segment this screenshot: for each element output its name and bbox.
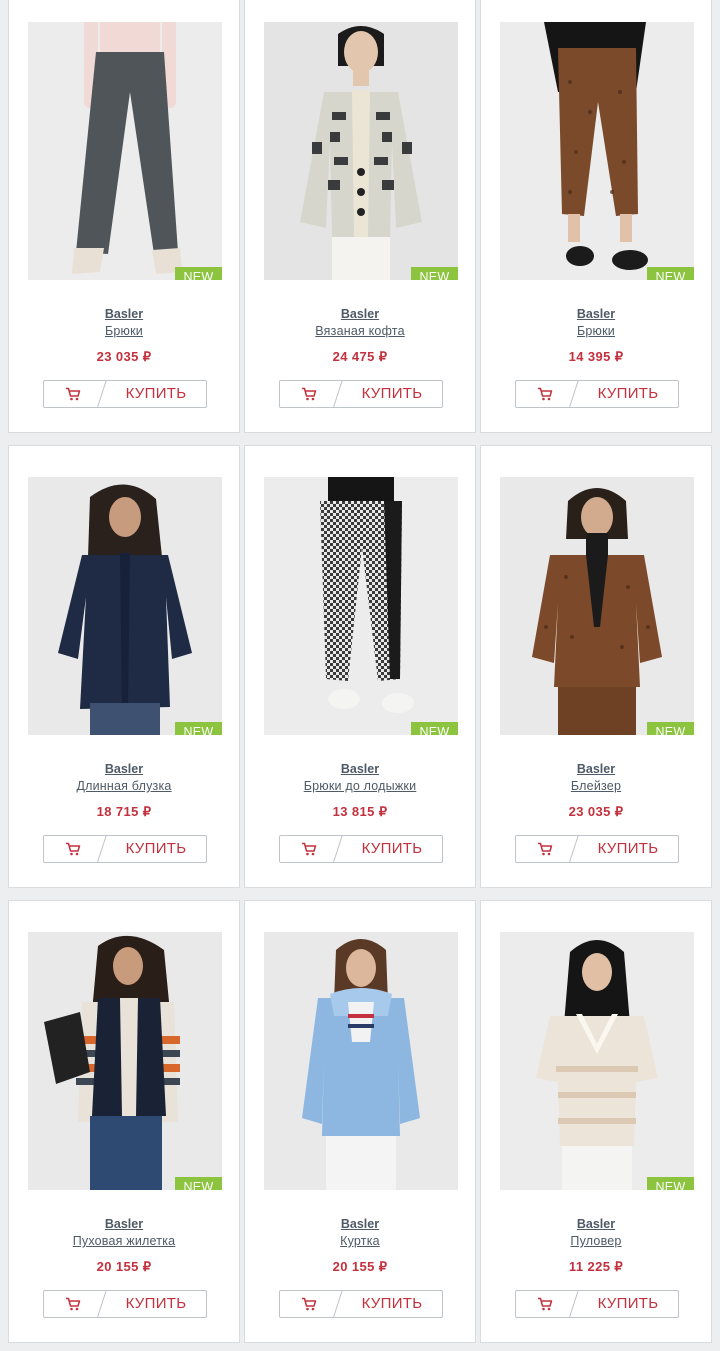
product-price: 11 225 ₽ xyxy=(568,1259,624,1274)
cart-icon xyxy=(516,836,574,862)
new-badge: NEW xyxy=(411,722,458,735)
product-name-link[interactable]: Блейзер xyxy=(481,779,711,793)
buy-button-label: КУПИТЬ xyxy=(361,385,423,402)
product-name-link[interactable]: Длинная блузка xyxy=(9,779,239,793)
product-name-link[interactable]: Пуховая жилетка xyxy=(9,1234,239,1248)
product-name-link[interactable]: Брюки xyxy=(481,324,711,338)
buy-button[interactable]: КУПИТЬ xyxy=(43,835,207,863)
product-name-link[interactable]: Пуловер xyxy=(481,1234,711,1248)
buy-button-label: КУПИТЬ xyxy=(361,840,423,857)
product-price: 14 395 ₽ xyxy=(568,349,624,364)
product-name-link[interactable]: Брюки xyxy=(9,324,239,338)
product-brand-link[interactable]: Basler xyxy=(9,762,239,776)
cart-icon xyxy=(44,381,102,407)
buy-button-label: КУПИТЬ xyxy=(125,385,187,402)
product-card[interactable]: NEW Basler Блейзер 23 035 ₽ КУПИТЬ xyxy=(480,445,712,888)
new-badge: NEW xyxy=(175,267,222,280)
buy-button[interactable]: КУПИТЬ xyxy=(279,380,443,408)
new-badge: NEW xyxy=(647,1177,694,1190)
buy-button[interactable]: КУПИТЬ xyxy=(43,1290,207,1318)
new-badge: NEW xyxy=(647,267,694,280)
product-image[interactable]: NEW xyxy=(28,22,222,280)
product-brand-link[interactable]: Basler xyxy=(481,1217,711,1231)
product-brand-link[interactable]: Basler xyxy=(9,307,239,321)
product-price: 20 155 ₽ xyxy=(332,1259,388,1274)
buy-button-label: КУПИТЬ xyxy=(361,1295,423,1312)
new-badge: NEW xyxy=(411,267,458,280)
product-price: 20 155 ₽ xyxy=(96,1259,152,1274)
product-card[interactable]: NEW Basler Пуховая жилетка 20 155 ₽ КУПИ… xyxy=(8,900,240,1343)
product-card[interactable]: NEW Basler Пуловер 11 225 ₽ КУПИТЬ xyxy=(480,900,712,1343)
buy-button[interactable]: КУПИТЬ xyxy=(515,835,679,863)
product-grid: NEW Basler Брюки 23 035 ₽ КУПИТЬ NEW Bas… xyxy=(0,0,720,1351)
product-price: 23 035 ₽ xyxy=(96,349,152,364)
product-image[interactable]: NEW xyxy=(28,477,222,735)
buy-button-label: КУПИТЬ xyxy=(597,385,659,402)
buy-button[interactable]: КУПИТЬ xyxy=(279,1290,443,1318)
product-brand-link[interactable]: Basler xyxy=(481,307,711,321)
product-price: 23 035 ₽ xyxy=(568,804,624,819)
buy-button[interactable]: КУПИТЬ xyxy=(515,1290,679,1318)
product-name-link[interactable]: Брюки до лодыжки xyxy=(245,779,475,793)
cart-icon xyxy=(516,1291,574,1317)
cart-icon xyxy=(44,836,102,862)
cart-icon xyxy=(280,836,338,862)
product-image[interactable] xyxy=(264,932,458,1190)
cart-icon xyxy=(280,381,338,407)
buy-button[interactable]: КУПИТЬ xyxy=(515,380,679,408)
buy-button-label: КУПИТЬ xyxy=(597,840,659,857)
product-brand-link[interactable]: Basler xyxy=(481,762,711,776)
new-badge: NEW xyxy=(175,722,222,735)
product-card[interactable]: Basler Куртка 20 155 ₽ КУПИТЬ xyxy=(244,900,476,1343)
buy-button-label: КУПИТЬ xyxy=(125,840,187,857)
product-price: 18 715 ₽ xyxy=(96,804,152,819)
cart-icon xyxy=(44,1291,102,1317)
buy-button[interactable]: КУПИТЬ xyxy=(279,835,443,863)
product-image[interactable]: NEW xyxy=(28,932,222,1190)
buy-button-label: КУПИТЬ xyxy=(597,1295,659,1312)
product-card[interactable]: NEW Basler Брюки до лодыжки 13 815 ₽ КУП… xyxy=(244,445,476,888)
cart-icon xyxy=(516,381,574,407)
new-badge: NEW xyxy=(647,722,694,735)
buy-button-label: КУПИТЬ xyxy=(125,1295,187,1312)
product-image[interactable]: NEW xyxy=(500,477,694,735)
product-name-link[interactable]: Вязаная кофта xyxy=(245,324,475,338)
product-image[interactable]: NEW xyxy=(264,22,458,280)
product-price: 13 815 ₽ xyxy=(332,804,388,819)
product-image[interactable]: NEW xyxy=(500,932,694,1190)
product-brand-link[interactable]: Basler xyxy=(245,307,475,321)
product-price: 24 475 ₽ xyxy=(332,349,388,364)
buy-button[interactable]: КУПИТЬ xyxy=(43,380,207,408)
product-brand-link[interactable]: Basler xyxy=(245,762,475,776)
product-card[interactable]: NEW Basler Брюки 14 395 ₽ КУПИТЬ xyxy=(480,0,712,433)
cart-icon xyxy=(280,1291,338,1317)
product-brand-link[interactable]: Basler xyxy=(9,1217,239,1231)
product-image[interactable]: NEW xyxy=(264,477,458,735)
product-image[interactable]: NEW xyxy=(500,22,694,280)
product-card[interactable]: NEW Basler Брюки 23 035 ₽ КУПИТЬ xyxy=(8,0,240,433)
product-name-link[interactable]: Куртка xyxy=(245,1234,475,1248)
new-badge: NEW xyxy=(175,1177,222,1190)
product-card[interactable]: NEW Basler Вязаная кофта 24 475 ₽ КУПИТЬ xyxy=(244,0,476,433)
product-brand-link[interactable]: Basler xyxy=(245,1217,475,1231)
product-card[interactable]: NEW Basler Длинная блузка 18 715 ₽ КУПИТ… xyxy=(8,445,240,888)
